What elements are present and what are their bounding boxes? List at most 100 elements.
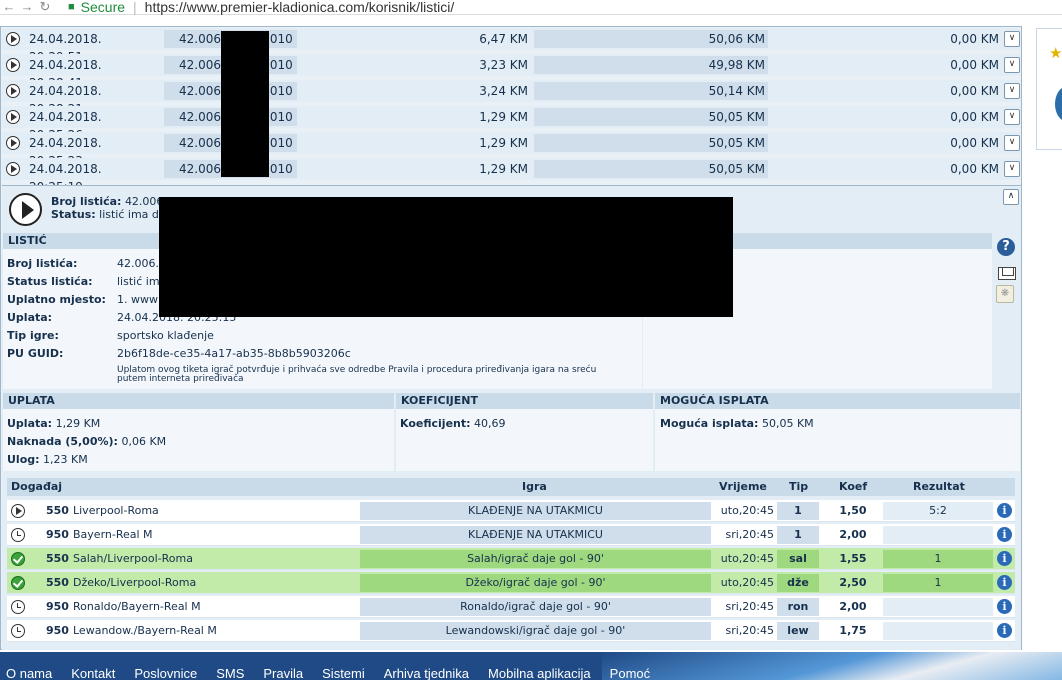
chevron-down-icon[interactable]: ∨: [1004, 161, 1020, 177]
event-row[interactable]: 950 Bayern-Real M KLAĐENJE NA UTAKMICU s…: [7, 524, 1015, 546]
event-time: uto,20:45: [720, 552, 774, 565]
field-label: PU GUID:: [7, 347, 64, 360]
clock-icon: [11, 528, 25, 542]
event-name: Salah/Liverpool-Roma: [73, 552, 193, 565]
event-number: 950: [46, 528, 69, 541]
event-time: uto,20:45: [720, 576, 774, 589]
event-number: 550: [46, 504, 69, 517]
forward-arrow-icon[interactable]: →: [18, 0, 36, 14]
ticket-amount: 1,29 KM: [479, 110, 528, 124]
play-icon[interactable]: [6, 32, 20, 46]
event-tip: lew: [777, 622, 819, 640]
help-icon[interactable]: ?: [997, 238, 1015, 256]
play-icon[interactable]: [6, 110, 20, 124]
clock-icon: [11, 600, 25, 614]
ticket-row[interactable]: 24.04.2018. 20:25:23 42.006.010 1,29 KM …: [2, 132, 1021, 168]
ticket-amount: 1,29 KM: [479, 136, 528, 150]
event-row[interactable]: 550 Džeko/Liverpool-Roma Džeko/igrač daj…: [7, 572, 1015, 594]
footer-link-poslovnice[interactable]: Poslovnice: [134, 666, 197, 680]
circle-icon[interactable]: [1055, 87, 1062, 121]
event-bet: Salah/igrač daje gol - 90': [360, 550, 711, 568]
field-label: Uplata:: [7, 311, 53, 324]
events-header: Događaj Igra Vrijeme Tip Koef Rezultat: [7, 478, 1015, 496]
event-row[interactable]: 550 Salah/Liverpool-Roma Salah/igrač daj…: [7, 548, 1015, 570]
reload-icon[interactable]: ↻: [36, 0, 54, 14]
event-row[interactable]: 550 Liverpool-Roma KLAĐENJE NA UTAKMICU …: [7, 500, 1015, 522]
header-rezultat: Rezultat: [913, 480, 965, 493]
ticket-win: 49,98 KM: [534, 56, 768, 74]
play-icon[interactable]: [9, 193, 42, 226]
back-arrow-icon[interactable]: ←: [0, 0, 18, 14]
chevron-down-icon[interactable]: ∨: [1004, 83, 1020, 99]
ticket-payout: 0,00 KM: [950, 110, 999, 124]
koeficijent-row: Koeficijent: 40,69: [400, 417, 506, 430]
event-row[interactable]: 950 Ronaldo/Bayern-Real M Ronaldo/igrač …: [7, 596, 1015, 618]
event-row[interactable]: 950 Lewandow./Bayern-Real M Lewandowski/…: [7, 620, 1015, 642]
ticket-amount: 3,23 KM: [479, 58, 528, 72]
info-icon[interactable]: i: [997, 503, 1012, 518]
ticket-win: 50,14 KM: [534, 82, 768, 100]
ticket-date: 24.04.2018. 20:25:19: [29, 162, 102, 194]
ticket-row[interactable]: 24.04.2018. 20:25:26 42.006.010 1,29 KM …: [2, 106, 1021, 142]
ticket-amount: 1,29 KM: [479, 162, 528, 176]
star-icon[interactable]: ★: [1049, 45, 1062, 61]
chevron-down-icon[interactable]: ∨: [1004, 31, 1020, 47]
event-koef: 1,55: [839, 552, 867, 565]
ticket-row[interactable]: 24.04.2018. 20:25:19 42.006.010 1,29 KM …: [2, 158, 1021, 194]
ticket-row[interactable]: 24.04.2018. 20:29:51 42.006.010 6,47 KM …: [2, 28, 1021, 64]
footer-link-arhiva[interactable]: Arhiva tjednika: [384, 666, 469, 680]
footer-link-sms[interactable]: SMS: [216, 666, 244, 680]
check-icon: [11, 576, 25, 590]
play-icon[interactable]: [6, 162, 20, 176]
footer-link-sistemi[interactable]: Sistemi: [322, 666, 365, 680]
event-time: uto,20:45: [720, 504, 774, 517]
info-icon[interactable]: i: [997, 599, 1012, 614]
event-name: Bayern-Real M: [73, 528, 153, 541]
chevron-down-icon[interactable]: ∨: [1004, 109, 1020, 125]
ticket-date: 24.04.2018. 20:29:51: [29, 32, 102, 64]
play-icon[interactable]: [11, 504, 25, 518]
footer-link-pomoc[interactable]: Pomoć: [610, 666, 650, 680]
event-bet: Lewandowski/igrač daje gol - 90': [360, 622, 711, 640]
ticket-payout: 0,00 KM: [950, 32, 999, 46]
play-icon[interactable]: [6, 58, 20, 72]
header-dogadaj: Događaj: [11, 480, 63, 493]
info-icon[interactable]: i: [997, 623, 1012, 638]
isplata-row: Moguća isplata: 50,05 KM: [660, 417, 814, 430]
seal-icon[interactable]: ❋: [996, 285, 1014, 303]
chevron-up-icon[interactable]: ∧: [1003, 189, 1019, 205]
event-bet: KLAĐENJE NA UTAKMICU: [360, 502, 711, 520]
footer-link-o-nama[interactable]: O nama: [6, 666, 52, 680]
info-icon[interactable]: i: [997, 575, 1012, 590]
header-igra: Igra: [522, 480, 547, 493]
print-icon[interactable]: [998, 267, 1016, 280]
ticket-win: 50,05 KM: [534, 108, 768, 126]
event-result: 5:2: [883, 502, 993, 520]
footer-link-kontakt[interactable]: Kontakt: [71, 666, 115, 680]
event-bet: Džeko/igrač daje gol - 90': [360, 574, 711, 592]
redaction-block: [221, 31, 269, 177]
event-bet: Ronaldo/igrač daje gol - 90': [360, 598, 711, 616]
ticket-row[interactable]: 24.04.2018. 20:28:21 42.006.010 3,24 KM …: [2, 80, 1021, 116]
chevron-down-icon[interactable]: ∨: [1004, 135, 1020, 151]
info-icon[interactable]: i: [997, 551, 1012, 566]
clock-icon: [11, 624, 25, 638]
play-icon[interactable]: [6, 84, 20, 98]
url-field[interactable]: https://www.premier-kladionica.com/koris…: [145, 0, 455, 15]
event-koef: 1,50: [839, 504, 867, 517]
uplata-title: UPLATA: [3, 393, 394, 409]
footer-link-pravila[interactable]: Pravila: [263, 666, 303, 680]
address-bar: ← → ↻ ■ Secure | https://www.premier-kla…: [0, 0, 1062, 15]
event-tip: sal: [777, 550, 819, 568]
field-value: 2b6f18de-ce35-4a17-ab35-8b8b5903206c: [117, 347, 351, 360]
info-icon[interactable]: i: [997, 527, 1012, 542]
event-name: Džeko/Liverpool-Roma: [73, 576, 197, 589]
chevron-down-icon[interactable]: ∨: [1004, 57, 1020, 73]
terms-note: Uplatom ovog tiketa igrač potvrđuje i pr…: [117, 365, 597, 384]
play-icon[interactable]: [6, 136, 20, 150]
site-footer: O nama Kontakt Poslovnice SMS Pravila Si…: [0, 652, 1062, 680]
field-value: 1. www: [117, 293, 158, 306]
ticket-row[interactable]: 24.04.2018. 20:28:41 42.006.010 3,23 KM …: [2, 54, 1021, 90]
redaction-block: [159, 197, 733, 317]
footer-link-mobilna[interactable]: Mobilna aplikacija: [488, 666, 591, 680]
